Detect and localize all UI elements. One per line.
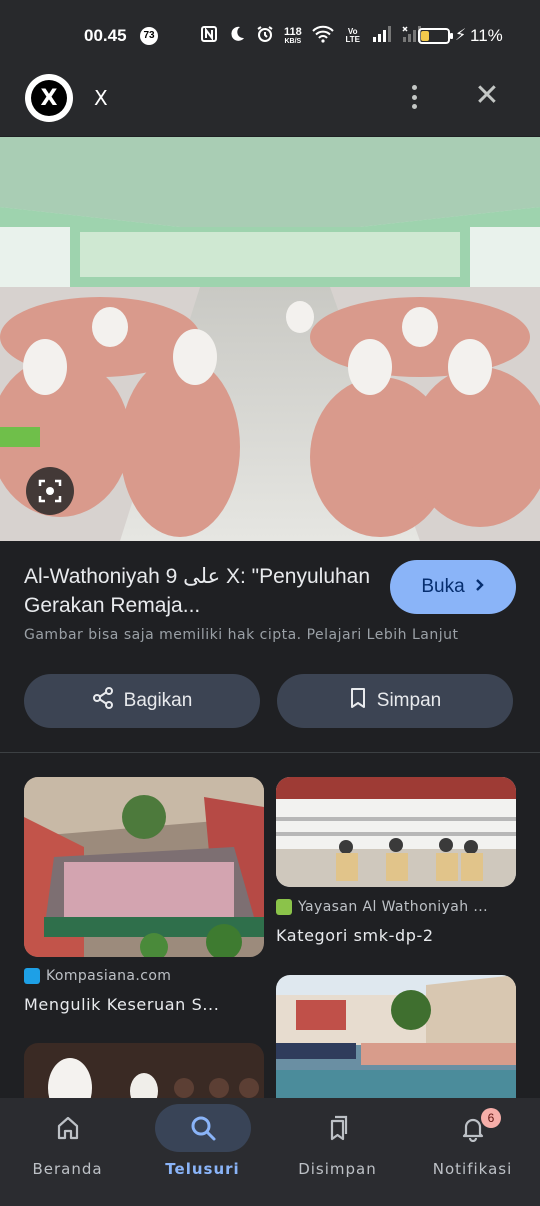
copyright-notice[interactable]: Gambar bisa saja memiliki hak cipta. Pel…	[24, 627, 458, 643]
battery-level-fill	[421, 31, 429, 41]
open-button[interactable]: Buka	[390, 560, 516, 614]
nav-home-label: Beranda	[32, 1160, 103, 1178]
related-source-1-label: Kompasiana.com	[46, 968, 172, 984]
notification-count-badge: 73	[140, 27, 158, 45]
battery-icon	[418, 28, 453, 44]
result-title[interactable]: Al-Wathoniyah 9 على X: "Penyuluhan Gerak…	[24, 562, 374, 620]
related-image-2[interactable]	[276, 777, 516, 887]
schoolyard-assembly-photo	[276, 975, 516, 1098]
related-caption-1[interactable]: Mengulik Keseruan S...	[24, 995, 264, 1014]
volte-label: Vo LTE	[345, 27, 360, 44]
result-image[interactable]	[0, 137, 540, 541]
students-photo	[24, 1043, 264, 1098]
app-bar: X X ✕	[0, 72, 540, 136]
status-icons: 118 KB/S Vo LTE	[200, 24, 422, 48]
share-button-label: Bagikan	[123, 690, 193, 711]
notification-badge: 6	[481, 1108, 501, 1128]
related-source-2[interactable]: Yayasan Al Wathoniyah ...	[276, 899, 488, 915]
section-divider	[0, 752, 540, 753]
bell-icon	[425, 1104, 521, 1152]
nav-search[interactable]: Telusuri	[135, 1098, 270, 1206]
charging-bolt-icon: ⚡	[455, 25, 467, 44]
nav-home[interactable]: Beranda	[0, 1098, 135, 1206]
wifi-icon	[312, 25, 334, 47]
network-speed-unit: KB/S	[284, 37, 302, 45]
network-speed: 118 KB/S	[284, 25, 302, 46]
nfc-icon	[200, 25, 218, 47]
classroom-photo	[0, 137, 540, 541]
x-logo: X	[25, 74, 73, 122]
close-icon[interactable]: ✕	[470, 78, 504, 113]
share-icon	[92, 687, 114, 715]
signal-icon	[372, 26, 392, 46]
related-image-1[interactable]	[24, 777, 264, 957]
related-source-1[interactable]: Kompasiana.com	[24, 968, 171, 984]
status-time: 00.45	[84, 26, 127, 45]
save-button-label: Simpan	[376, 690, 442, 711]
camera-lens-icon	[38, 479, 62, 503]
bookmark-icon	[349, 687, 367, 715]
open-button-label: Buka	[421, 576, 465, 597]
aerial-courtyard-photo	[24, 777, 264, 957]
network-speed-value: 118	[284, 25, 302, 38]
x-logo-icon: X	[31, 80, 67, 116]
nav-saved-label: Disimpan	[298, 1160, 377, 1178]
related-image-4[interactable]	[276, 975, 516, 1098]
home-icon	[20, 1104, 116, 1152]
nav-search-label: Telusuri	[165, 1160, 240, 1178]
status-bar: 00.45 73 118 KB/S Vo LTE ⚡ 11%	[0, 0, 540, 72]
lens-search-button[interactable]	[26, 467, 74, 515]
bookmarks-icon	[290, 1104, 386, 1152]
bottom-navigation: Beranda Telusuri Disimpan 6 Notifikasi	[0, 1098, 540, 1206]
nav-notifications-label: Notifikasi	[432, 1160, 513, 1178]
site-favicon-icon	[276, 899, 292, 915]
save-button[interactable]: Simpan	[277, 674, 513, 728]
nav-notifications[interactable]: 6 Notifikasi	[405, 1098, 540, 1206]
related-image-3[interactable]	[24, 1043, 264, 1098]
do-not-disturb-moon-icon	[228, 25, 246, 47]
chevron-right-icon	[475, 576, 485, 598]
search-icon	[154, 1104, 251, 1152]
related-caption-2[interactable]: Kategori smk-dp-2	[276, 926, 516, 945]
site-favicon-icon	[24, 968, 40, 984]
share-button[interactable]: Bagikan	[24, 674, 260, 728]
more-options-icon[interactable]	[403, 82, 425, 112]
app-title: X	[94, 86, 108, 110]
group-photo	[276, 777, 516, 887]
nav-saved[interactable]: Disimpan	[270, 1098, 405, 1206]
battery-percent: 11%	[470, 26, 503, 45]
related-source-2-label: Yayasan Al Wathoniyah ...	[298, 899, 488, 915]
alarm-icon	[256, 25, 274, 47]
